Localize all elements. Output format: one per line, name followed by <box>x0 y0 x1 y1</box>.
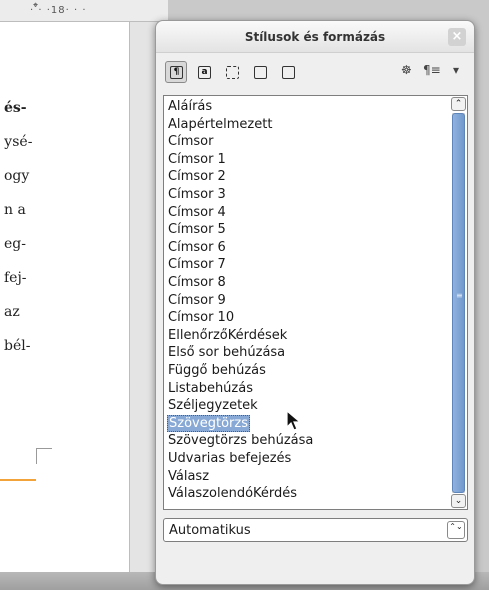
scroll-down-icon[interactable]: ⌄ <box>451 494 466 508</box>
fill-format-mode-icon[interactable]: ☸ <box>401 63 412 77</box>
horizontal-ruler[interactable]: ⌖ · · ·18· · · <box>0 0 168 22</box>
style-filter-value: Automatikus <box>169 523 251 538</box>
page-styles-icon <box>254 66 267 79</box>
page-text-line: és- <box>4 100 27 116</box>
style-list-item[interactable]: Címsor 7 <box>167 256 227 273</box>
grip-icon: ≡ <box>456 291 463 300</box>
style-list-item[interactable]: Válasz <box>167 468 210 485</box>
style-list-item[interactable]: EllenőrzőKérdések <box>167 327 288 344</box>
page-styles-button[interactable] <box>249 61 271 83</box>
character-styles-icon: a <box>198 66 211 79</box>
select-arrows-icon[interactable]: ⌃⌄ <box>447 521 465 539</box>
style-list-item[interactable]: Címsor 5 <box>167 221 227 238</box>
style-list-scrollbar[interactable]: ⌃ ≡ ⌄ <box>451 97 466 508</box>
style-list-item[interactable]: Címsor 8 <box>167 274 227 291</box>
page-text-line: n a <box>4 202 26 218</box>
panel-title: Stílusok és formázás <box>244 30 386 44</box>
page-text-line: ogy <box>4 168 30 184</box>
style-list-item[interactable]: Címsor 9 <box>167 292 227 309</box>
style-list-item[interactable]: Címsor 2 <box>167 168 227 185</box>
new-style-from-selection-icon[interactable]: ¶≡ <box>423 63 441 77</box>
style-list-item[interactable]: Alapértelmezett <box>167 116 273 133</box>
style-list-item[interactable]: Címsor <box>167 133 214 150</box>
page-text-line: bél- <box>4 338 31 354</box>
style-list-item[interactable]: Függő behúzás <box>167 362 267 379</box>
style-list-item[interactable]: Címsor 3 <box>167 186 227 203</box>
scroll-thumb[interactable]: ≡ <box>452 113 465 493</box>
style-list-item[interactable]: Címsor 10 <box>167 309 235 326</box>
paragraph-styles-icon: ¶ <box>170 66 183 79</box>
close-icon[interactable]: × <box>448 28 466 46</box>
style-list-item[interactable]: Címsor 4 <box>167 204 227 221</box>
text-boundary-corner <box>36 448 52 464</box>
page-text-line: fej- <box>4 270 27 286</box>
page-text-line: eg- <box>4 236 26 252</box>
tab-stop-icon[interactable]: ⌖ <box>33 1 43 11</box>
page-text-line: уsé- <box>4 134 33 150</box>
style-list-item[interactable]: Szövegtörzs behúzása <box>167 432 314 449</box>
document-page[interactable]: és- уsé- ogy n a eg- fej- az bél- <box>0 22 130 590</box>
style-filter-select[interactable]: Automatikus ⌃⌄ <box>163 518 468 542</box>
style-list[interactable]: Aláírás Alapértelmezett Címsor Címsor 1 Címs… <box>163 95 468 510</box>
paragraph-styles-button[interactable]: ¶ <box>165 61 187 83</box>
scroll-up-icon[interactable]: ⌃ <box>451 97 466 111</box>
style-category-toolbar: ¶ a ☸ ¶≡ ▾ <box>165 61 467 85</box>
style-list-item[interactable]: Szövegtörzs <box>167 414 250 432</box>
mouse-cursor-icon <box>286 410 302 431</box>
frame-styles-icon <box>226 66 239 79</box>
panel-title-bar[interactable]: Stílusok és formázás × <box>156 21 474 53</box>
list-styles-icon <box>282 66 295 79</box>
style-list-item[interactable]: Listabehúzás <box>167 380 254 397</box>
styles-and-formatting-panel: Stílusok és formázás × ¶ a ☸ ¶≡ ▾ Aláírá… <box>155 20 475 585</box>
style-list-item[interactable]: Első sor behúzása <box>167 344 286 361</box>
page-text-line: az <box>4 304 20 320</box>
style-list-item[interactable]: Udvarias befejezés <box>167 450 292 467</box>
character-styles-button[interactable]: a <box>193 61 215 83</box>
style-list-item[interactable]: Aláírás <box>167 98 213 115</box>
style-list-item[interactable]: Széljegyzetek <box>167 397 259 414</box>
style-list-item[interactable]: Címsor 1 <box>167 151 227 168</box>
scroll-track[interactable]: ≡ <box>452 113 465 493</box>
page-margin-marker <box>0 479 36 481</box>
style-list-item[interactable]: VálaszolendóKérdés <box>167 485 298 502</box>
frame-styles-button[interactable] <box>221 61 243 83</box>
list-styles-button[interactable] <box>277 61 299 83</box>
style-list-item[interactable]: Címsor 6 <box>167 239 227 256</box>
chevron-down-icon[interactable]: ▾ <box>453 63 459 77</box>
